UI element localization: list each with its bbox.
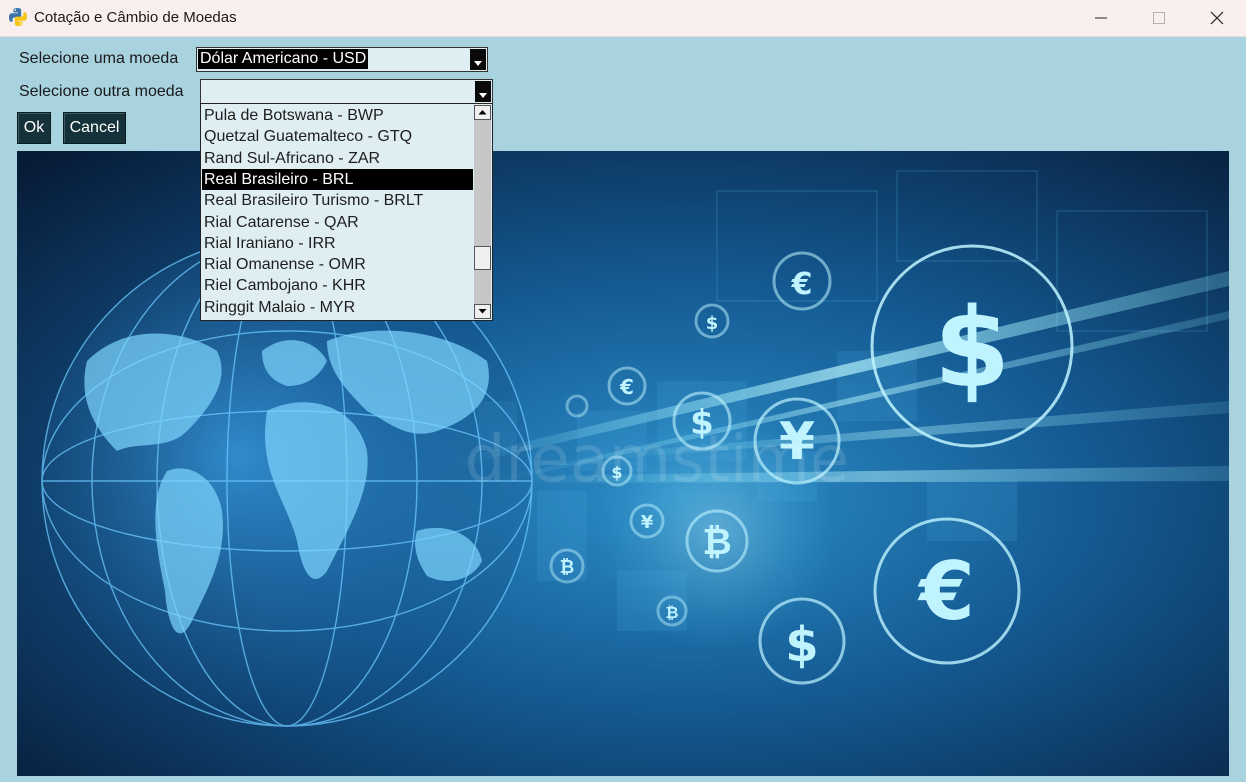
close-icon	[1210, 11, 1224, 25]
euro-symbol: €	[917, 545, 975, 638]
chevron-down-icon	[479, 93, 487, 98]
dropdown-option[interactable]: Real Brasileiro Turismo - BRLT	[202, 190, 473, 211]
scroll-down-button[interactable]	[474, 304, 491, 319]
svg-text:€: €	[619, 375, 634, 399]
first-currency-label: Selecione uma moeda	[19, 50, 179, 67]
arrow-down-icon	[478, 309, 487, 314]
first-currency-value: Dólar Americano - USD	[198, 49, 369, 69]
svg-text:$: $	[706, 313, 719, 334]
dropdown-option[interactable]: Ringgit Malaio - MYR	[202, 297, 473, 318]
minimize-icon	[1095, 17, 1107, 19]
second-currency-label: Selecione outra moeda	[19, 83, 184, 100]
maximize-button[interactable]	[1130, 0, 1188, 36]
maximize-icon	[1153, 12, 1165, 24]
dropdown-option[interactable]: Pula de Botswana - BWP	[202, 105, 473, 126]
svg-text:₿: ₿	[665, 603, 678, 622]
dropdown-scrollbar[interactable]	[474, 105, 491, 319]
dollar-symbol: $	[934, 284, 1011, 412]
currency-dropdown-list[interactable]: Pula de Botswana - BWP Quetzal Guatemalte…	[200, 103, 493, 321]
svg-text:€: €	[791, 267, 813, 302]
chevron-down-icon	[474, 61, 482, 66]
dropdown-option[interactable]: Rial Omanense - OMR	[202, 254, 473, 275]
client-area: Selecione uma moeda Dólar Americano - US…	[0, 37, 1246, 782]
currency-banner-image: $ ¥ € $ ₿ $ € € $ $ ₿ ¥ ₿ dreamstime	[17, 151, 1229, 776]
dropdown-option[interactable]: Quetzal Guatemalteco - GTQ	[202, 126, 473, 147]
second-currency-combobox[interactable]	[200, 79, 493, 104]
svg-text:₿: ₿	[560, 557, 575, 578]
dropdown-option[interactable]: Riel Cambojano - KHR	[202, 275, 473, 296]
minimize-button[interactable]	[1072, 0, 1130, 36]
scroll-thumb[interactable]	[474, 246, 491, 270]
close-button[interactable]	[1188, 0, 1246, 36]
python-app-icon	[9, 8, 27, 26]
banner-watermark: dreamstime	[465, 423, 849, 497]
ok-button[interactable]: Ok	[17, 112, 51, 144]
svg-text:¥: ¥	[641, 512, 654, 533]
dropdown-option[interactable]: Rand Sul-Africano - ZAR	[202, 148, 473, 169]
scroll-up-button[interactable]	[474, 105, 491, 120]
first-currency-dropdown-button[interactable]	[470, 49, 486, 70]
dollar-symbol-small: $	[785, 617, 818, 673]
arrow-up-icon	[478, 110, 487, 115]
second-currency-value	[202, 81, 206, 101]
dropdown-option[interactable]: Rial Catarense - QAR	[202, 212, 473, 233]
second-currency-dropdown-button[interactable]	[475, 81, 491, 102]
dropdown-option[interactable]: Real Brasileiro - BRL	[202, 168, 473, 190]
window-title: Cotação e Câmbio de Moedas	[34, 9, 237, 26]
dropdown-option[interactable]: Rial Iraniano - IRR	[202, 233, 473, 254]
bitcoin-symbol: ₿	[702, 522, 731, 563]
banner-illustration: $ ¥ € $ ₿ $ € € $ $ ₿ ¥ ₿ dreamstime	[17, 151, 1229, 776]
cancel-button[interactable]: Cancel	[63, 112, 126, 144]
first-currency-combobox[interactable]: Dólar Americano - USD	[196, 47, 488, 72]
title-bar: Cotação e Câmbio de Moedas	[0, 0, 1246, 37]
